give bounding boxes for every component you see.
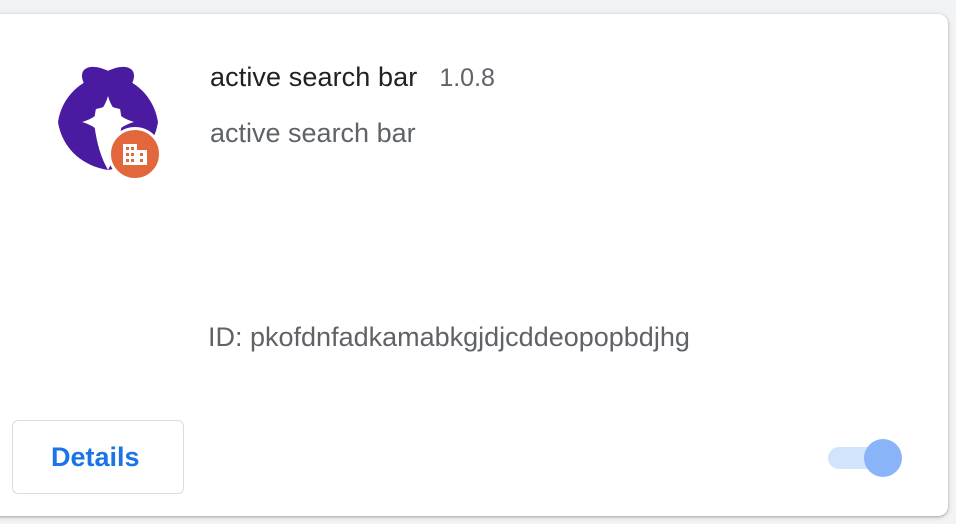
extension-title-row: active search bar 1.0.8 [210,62,495,98]
extension-id: ID: pkofdnfadkamabkgjdjcddeopopbdjhg [208,322,690,352]
extension-name: active search bar [210,62,418,92]
enable-toggle[interactable] [826,438,902,478]
extensions-page: active search bar 1.0.8 active search ba… [0,0,956,524]
extension-version: 1.0.8 [439,64,495,92]
toggle-knob [864,439,902,477]
extension-description: active search bar [210,118,416,148]
details-button[interactable]: Details [12,420,184,494]
enterprise-policy-building-icon [108,127,162,181]
